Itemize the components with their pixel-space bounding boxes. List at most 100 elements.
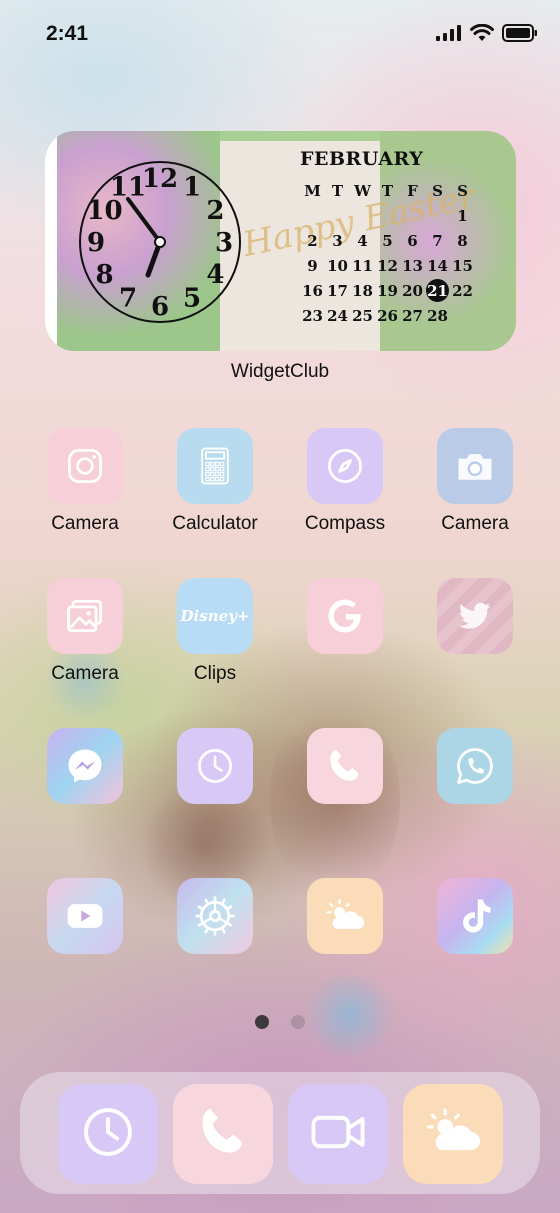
app-label: Calculator: [172, 513, 258, 534]
page-dot-active[interactable]: [255, 1015, 269, 1029]
calendar-day: 26: [377, 306, 398, 325]
calendar-weekday: T: [381, 181, 394, 200]
calendar-day: 6: [407, 231, 418, 250]
calendar-day: 15: [452, 256, 473, 275]
calendar-day: 17: [327, 281, 348, 300]
calendar-day: 4: [357, 231, 368, 250]
video-icon: [307, 1101, 369, 1168]
calendar-day: 25: [352, 306, 373, 325]
settings-icon[interactable]: [177, 878, 253, 954]
calendar-day: 11: [352, 256, 373, 275]
phone-icon: [192, 1101, 254, 1168]
disney-plus-logo: Disney+: [180, 607, 250, 625]
app-label: Camera: [441, 513, 509, 534]
app-phone[interactable]: [280, 728, 410, 804]
page-dot[interactable]: [291, 1015, 305, 1029]
calendar-day: 1: [457, 206, 468, 225]
dock-weather-app[interactable]: [403, 1084, 503, 1184]
app-youtube[interactable]: [20, 878, 150, 954]
clock-minute-hand: [126, 197, 162, 244]
app-twitter[interactable]: [410, 578, 540, 654]
widget-edge: [45, 131, 57, 351]
phone-icon[interactable]: [307, 728, 383, 804]
app-google[interactable]: [280, 578, 410, 654]
messenger-icon[interactable]: [47, 728, 123, 804]
calendar-weekday: M: [304, 181, 321, 200]
twitter-icon[interactable]: [437, 578, 513, 654]
clock-number: 7: [119, 283, 137, 313]
camera-icon[interactable]: [437, 428, 513, 504]
calendar-day: 12: [377, 256, 398, 275]
calendar-weekday: T: [331, 181, 344, 200]
clock-number: 9: [87, 228, 105, 258]
calendar-day: 19: [377, 281, 398, 300]
app-weather[interactable]: [280, 878, 410, 954]
calendar-today: 21: [426, 279, 449, 302]
calendar-day: 23: [302, 306, 323, 325]
app-settings[interactable]: [150, 878, 280, 954]
app-tiktok[interactable]: [410, 878, 540, 954]
calendar-day: 8: [457, 231, 468, 250]
photos-icon[interactable]: [47, 578, 123, 654]
calendar-day: 3: [332, 231, 343, 250]
clock-center-pin: [154, 236, 166, 248]
app-calculator[interactable]: Calculator: [150, 428, 280, 535]
app-disney-plus[interactable]: Disney+ Clips: [150, 578, 280, 685]
calculator-icon[interactable]: [177, 428, 253, 504]
calendar-weekday: S: [432, 181, 443, 200]
cellular-signal-icon: [436, 25, 461, 41]
calendar-weekday: W: [354, 181, 371, 200]
clock-number: 5: [183, 283, 201, 313]
calendar-day: [375, 203, 400, 228]
calendar-weekday: F: [407, 181, 418, 200]
calendar-weekday: S: [457, 181, 468, 200]
calendar-day: [450, 303, 475, 328]
app-camera[interactable]: Camera: [410, 428, 540, 535]
calendar-day: 13: [402, 256, 423, 275]
calendar-month: FEBRUARY: [300, 148, 424, 170]
calendar-day: 10: [327, 256, 348, 275]
tiktok-icon[interactable]: [437, 878, 513, 954]
app-compass[interactable]: Compass: [280, 428, 410, 535]
compass-icon[interactable]: [307, 428, 383, 504]
status-icons: [436, 24, 538, 42]
dock: [20, 1072, 540, 1194]
app-label: Camera: [51, 513, 119, 534]
clock-number: 12: [142, 164, 178, 194]
whatsapp-icon[interactable]: [437, 728, 513, 804]
calendar-grid: M T W T F S S 1 2 3 4 5 6 7 8 9 10 11 12 13 14 15 16 17 18 19 20 21…: [300, 178, 475, 328]
weather-icon[interactable]: [307, 878, 383, 954]
youtube-icon[interactable]: [47, 878, 123, 954]
app-label: Compass: [304, 513, 386, 534]
wifi-icon: [470, 24, 494, 41]
calendar-day: [300, 203, 325, 228]
app-whatsapp[interactable]: [410, 728, 540, 804]
app-label: Camera: [51, 663, 119, 684]
calendar-day: 18: [352, 281, 373, 300]
clock-number: 4: [206, 260, 224, 290]
calendar-day: 9: [307, 256, 318, 275]
dock-facetime-app[interactable]: [288, 1084, 388, 1184]
clock-number: 3: [215, 228, 233, 258]
app-instagram[interactable]: Camera: [20, 428, 150, 535]
calendar-day: 2: [307, 231, 318, 250]
instagram-icon[interactable]: [47, 428, 123, 504]
app-label: Clips: [193, 663, 237, 684]
battery-icon: [502, 24, 537, 42]
dock-phone-app[interactable]: [173, 1084, 273, 1184]
app-photos[interactable]: Camera: [20, 578, 150, 685]
calendar-day: 28: [427, 306, 448, 325]
clock-number: 6: [151, 292, 169, 322]
disney-plus-icon[interactable]: Disney+: [177, 578, 253, 654]
google-icon[interactable]: [307, 578, 383, 654]
calendar-day: 20: [402, 281, 423, 300]
weather-icon: [422, 1101, 484, 1168]
app-messenger[interactable]: [20, 728, 150, 804]
dock-clock-app[interactable]: [58, 1084, 158, 1184]
clock-icon[interactable]: [177, 728, 253, 804]
calendar-day: 27: [402, 306, 423, 325]
status-time: 2:41: [46, 22, 89, 45]
page-indicator[interactable]: [0, 1015, 560, 1029]
app-clock[interactable]: [150, 728, 280, 804]
clock-icon: [77, 1101, 139, 1168]
